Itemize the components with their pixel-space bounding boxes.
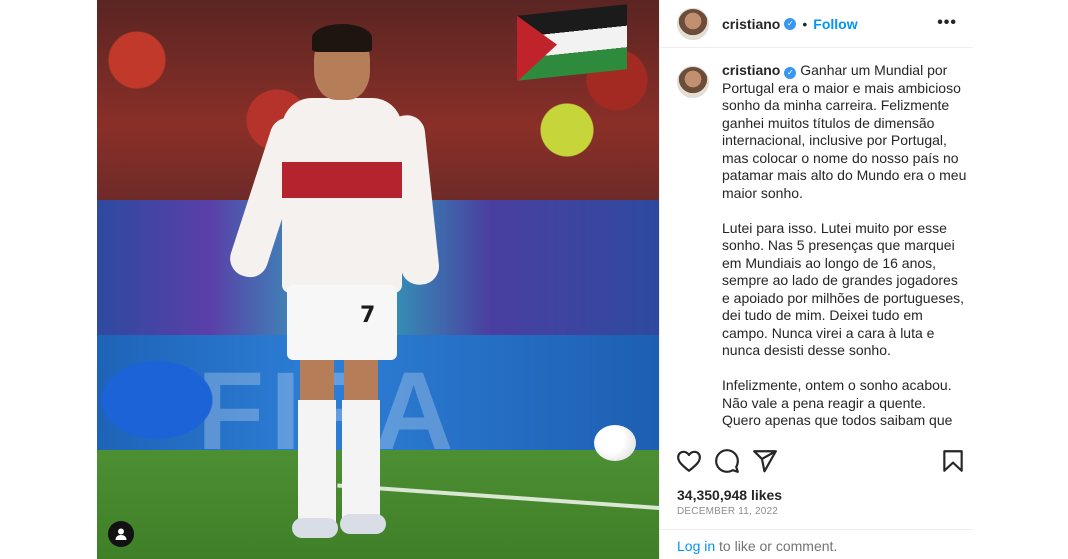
action-bar: [676, 448, 966, 476]
player-sock-left: [298, 400, 336, 525]
post-image[interactable]: FIFA 7: [97, 0, 659, 559]
login-link[interactable]: Log in: [677, 538, 715, 554]
likes-count[interactable]: 34,350,948 likes: [677, 487, 782, 503]
heart-icon[interactable]: [676, 448, 702, 474]
share-icon[interactable]: [752, 448, 778, 474]
verified-badge-icon: ✓: [784, 17, 797, 30]
user-tag-icon: [115, 528, 127, 540]
goalkeeper: [97, 360, 257, 470]
more-options-icon[interactable]: •••: [937, 14, 957, 32]
player-hair: [312, 24, 372, 52]
player-boot-left: [292, 518, 338, 538]
post-header: cristiano ✓ • Follow •••: [660, 0, 973, 48]
caption-verified-badge-icon: ✓: [784, 67, 797, 79]
login-bar: Log in to like or comment.: [660, 529, 973, 559]
post-sidebar: cristiano ✓ • Follow ••• cristiano ✓ Ganh…: [659, 0, 973, 559]
player-boot-right: [340, 514, 386, 534]
player: 7: [225, 20, 442, 550]
caption-username[interactable]: cristiano: [722, 62, 780, 78]
bookmark-icon[interactable]: [940, 448, 966, 474]
login-prompt: to like or comment.: [715, 538, 838, 554]
jersey-number: 7: [360, 303, 376, 328]
caption-body: Ganhar um Mundial por Portugal era o mai…: [722, 62, 967, 432]
player-shirt-band: [282, 162, 402, 198]
post-date[interactable]: DECEMBER 11, 2022: [677, 506, 778, 517]
comment-icon[interactable]: [714, 448, 740, 474]
flag: [517, 4, 627, 81]
caption-avatar[interactable]: [677, 66, 709, 98]
separator-dot: •: [802, 15, 808, 32]
user-tag-button[interactable]: [108, 521, 134, 547]
caption-text: cristiano ✓ Ganhar um Mundial por Portuga…: [722, 62, 967, 432]
player-shorts: [287, 285, 397, 360]
caption-area: cristiano ✓ Ganhar um Mundial por Portuga…: [660, 62, 973, 432]
follow-button[interactable]: Follow: [813, 16, 857, 32]
avatar[interactable]: [677, 7, 709, 40]
player-sock-right: [342, 400, 380, 520]
username[interactable]: cristiano: [722, 16, 780, 32]
football: [594, 425, 636, 461]
